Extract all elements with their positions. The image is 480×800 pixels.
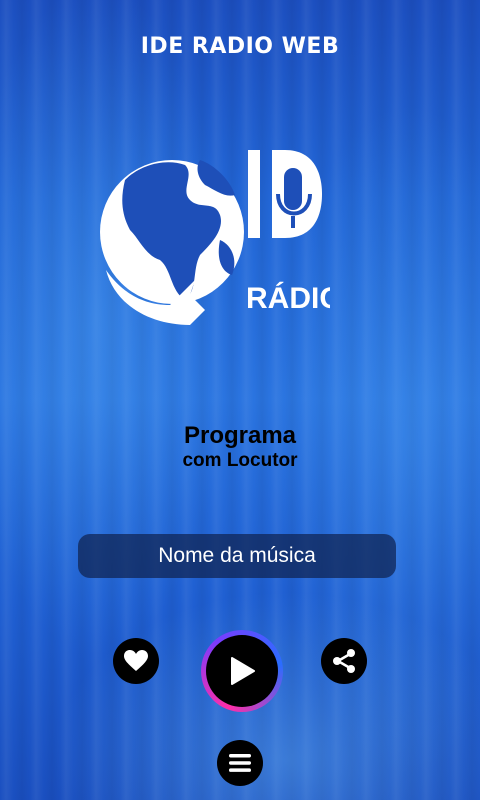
hamburger-menu-icon [229, 754, 251, 772]
play-button[interactable] [201, 630, 283, 712]
program-name: Programa [183, 422, 297, 449]
song-name-bar: Nome da música [78, 534, 396, 578]
favorite-button[interactable] [113, 638, 159, 684]
heart-icon [124, 650, 148, 671]
share-button[interactable] [321, 638, 367, 684]
microphone-icon [248, 150, 322, 238]
globe-icon [100, 160, 244, 325]
share-icon [333, 649, 355, 673]
station-logo: RÁDIO W [100, 120, 380, 335]
play-icon [231, 657, 255, 685]
program-host: com Locutor [182, 450, 298, 471]
menu-button[interactable] [217, 740, 263, 786]
logo-subtext: RÁDIO W [246, 281, 330, 315]
program-info: Programa com Locutor [0, 422, 480, 472]
app-title: IDE RADIO WEB [140, 34, 340, 59]
